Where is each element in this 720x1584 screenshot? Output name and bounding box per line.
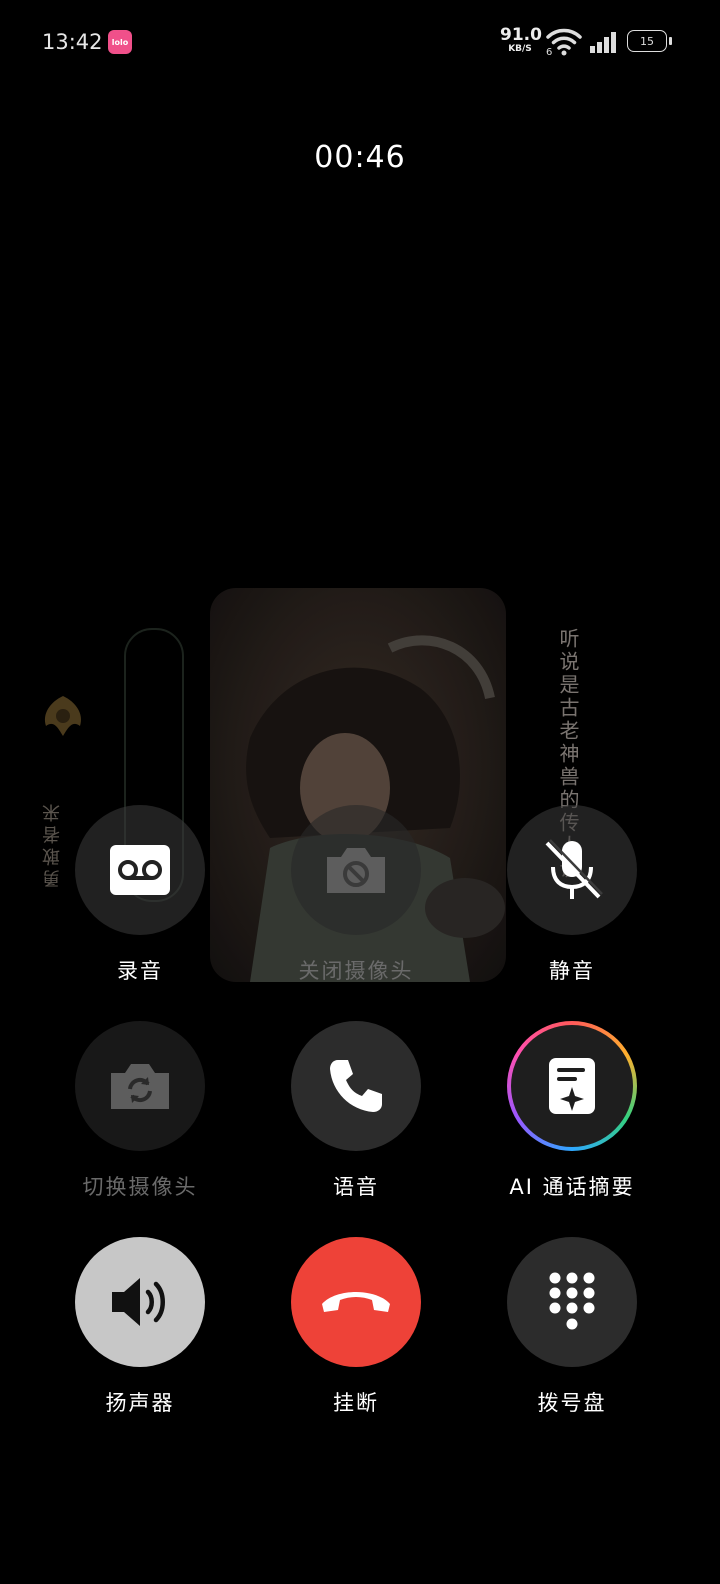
status-bar: 13:42 lolo 91.0 KB/S 6 15	[0, 0, 720, 86]
network-speed-value: 91.0	[500, 25, 542, 45]
record-icon	[110, 845, 170, 895]
switch-camera-control[interactable]: 切换摄像头	[40, 1021, 240, 1201]
record-button[interactable]	[75, 805, 205, 935]
mute-button[interactable]	[507, 805, 637, 935]
camera-off-label: 关闭摄像头	[298, 959, 414, 983]
network-speed-unit: KB/S	[508, 44, 532, 54]
camera-off-icon	[327, 848, 385, 893]
dialpad-icon	[549, 1272, 595, 1330]
record-control[interactable]: 录音	[40, 805, 240, 985]
camera-off-button[interactable]	[291, 805, 421, 935]
ai-summary-icon	[549, 1058, 595, 1114]
camera-off-control[interactable]: 关闭摄像头	[256, 805, 456, 985]
app-notification-icon: lolo	[108, 30, 132, 54]
wifi-icon: 6	[546, 28, 582, 56]
hangup-icon	[322, 1292, 390, 1312]
switch-camera-button[interactable]	[75, 1021, 205, 1151]
hangup-control[interactable]: 挂断	[256, 1237, 456, 1417]
signal-icon	[590, 32, 616, 53]
background-emblem-icon	[44, 696, 82, 736]
phone-icon	[330, 1060, 382, 1112]
mute-control[interactable]: 静音	[472, 805, 672, 985]
app-badge-text: lolo	[111, 37, 129, 47]
ai-summary-control[interactable]: AI 通话摘要	[472, 1021, 672, 1201]
voice-label: 语音	[333, 1175, 379, 1199]
speaker-button[interactable]	[75, 1237, 205, 1367]
wifi-badge: 6	[546, 47, 552, 56]
ai-summary-label: AI 通话摘要	[509, 1175, 635, 1199]
switch-camera-icon	[111, 1064, 169, 1109]
dialpad-label: 拨号盘	[537, 1391, 607, 1415]
dialpad-control[interactable]: 拨号盘	[472, 1237, 672, 1417]
voice-button[interactable]	[291, 1021, 421, 1151]
dialpad-button[interactable]	[507, 1237, 637, 1367]
video-call-screen: 13:42 lolo 91.0 KB/S 6 15 00:46 勇敢者来 听说是…	[0, 0, 720, 1584]
hangup-button[interactable]	[291, 1237, 421, 1367]
speaker-control[interactable]: 扬声器	[40, 1237, 240, 1417]
battery-level: 15	[640, 34, 654, 48]
voice-control[interactable]: 语音	[256, 1021, 456, 1201]
speaker-icon	[112, 1278, 165, 1326]
status-time: 13:42	[42, 30, 103, 54]
record-label: 录音	[117, 959, 163, 983]
battery-icon: 15	[627, 30, 673, 54]
ai-summary-button[interactable]	[507, 1021, 637, 1151]
switch-camera-label: 切换摄像头	[82, 1175, 198, 1199]
speaker-label: 扬声器	[105, 1391, 175, 1415]
mic-muted-icon	[545, 839, 603, 899]
mute-label: 静音	[549, 959, 595, 983]
call-duration: 00:46	[314, 140, 406, 175]
network-speed: 91.0 KB/S	[500, 25, 542, 54]
hangup-label: 挂断	[333, 1391, 379, 1415]
